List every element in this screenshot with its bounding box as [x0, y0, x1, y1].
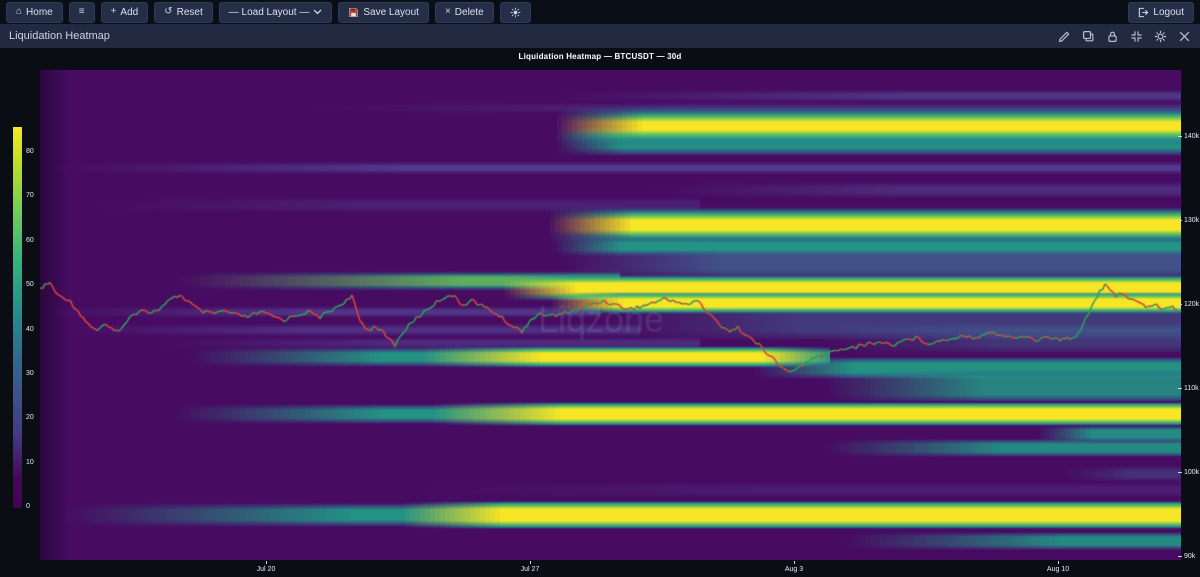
panel-titlebar: Liquidation Heatmap [0, 24, 1200, 48]
close-icon[interactable] [1178, 30, 1191, 43]
reset-label: Reset [177, 7, 203, 18]
chart-title: Liquidation Heatmap — BTCUSDT — 30d [0, 52, 1200, 61]
colorbar-tick: 80 [26, 148, 34, 155]
delete-label: Delete [455, 7, 484, 18]
delete-button[interactable]: × Delete [435, 2, 494, 23]
logout-icon [1138, 7, 1149, 18]
add-label: Add [120, 7, 138, 18]
load-layout-label: — Load Layout — [229, 7, 310, 18]
save-icon [348, 7, 359, 18]
y-tick: 110k [1178, 385, 1199, 392]
colorbar-tick: 20 [26, 414, 34, 421]
reset-icon: ↺ [164, 7, 172, 17]
x-tick: Aug 10 [1047, 566, 1069, 573]
hamburger-icon: ≡ [79, 7, 85, 17]
reset-button[interactable]: ↺ Reset [154, 2, 213, 23]
menu-button[interactable]: ≡ [69, 2, 95, 23]
colorbar [13, 127, 22, 508]
logout-button[interactable]: Logout [1128, 2, 1194, 23]
x-tick: Jul 20 [257, 566, 276, 573]
y-tick: 140k [1178, 133, 1199, 140]
home-icon: ⌂ [16, 7, 22, 17]
liquidation-heatmap-canvas[interactable] [40, 70, 1181, 560]
duplicate-icon[interactable] [1082, 30, 1095, 43]
edit-icon[interactable] [1058, 30, 1071, 43]
logout-label: Logout [1153, 7, 1184, 18]
colorbar-tick: 30 [26, 370, 34, 377]
panel-title: Liquidation Heatmap [9, 30, 110, 42]
colorbar-tick: 40 [26, 326, 34, 333]
x-tick: Aug 3 [785, 566, 803, 573]
chevron-down-icon [313, 8, 322, 16]
save-layout-button[interactable]: Save Layout [338, 2, 429, 23]
colorbar-tick: 70 [26, 192, 34, 199]
settings-gear-icon[interactable] [1154, 30, 1167, 43]
colorbar-tick: 10 [26, 459, 34, 466]
top-toolbar: ⌂ Home ≡ + Add ↺ Reset — Load Layout — S… [0, 0, 1200, 24]
home-label: Home [26, 7, 53, 18]
y-tick: 100k [1178, 469, 1199, 476]
colorbar-tick: 0 [26, 503, 30, 510]
add-button[interactable]: + Add [101, 2, 149, 23]
app-window: ⌂ Home ≡ + Add ↺ Reset — Load Layout — S… [0, 0, 1200, 577]
load-layout-select[interactable]: — Load Layout — [219, 2, 333, 23]
heatmap-chart-area: Liquidation Heatmap — BTCUSDT — 30d 80 70… [0, 48, 1200, 577]
fit-icon[interactable] [1130, 30, 1143, 43]
y-tick: 130k [1178, 217, 1199, 224]
x-tick: Jul 27 [521, 566, 540, 573]
home-button[interactable]: ⌂ Home [6, 2, 63, 23]
save-layout-label: Save Layout [363, 7, 419, 18]
y-tick: 90k [1178, 553, 1195, 560]
lock-icon[interactable] [1106, 30, 1119, 43]
colorbar-tick: 60 [26, 237, 34, 244]
x-icon: × [445, 7, 451, 17]
y-tick: 120k [1178, 301, 1199, 308]
theme-toggle-button[interactable] [500, 2, 531, 23]
colorbar-tick: 50 [26, 281, 34, 288]
sun-icon [510, 7, 521, 18]
plus-icon: + [111, 7, 117, 17]
